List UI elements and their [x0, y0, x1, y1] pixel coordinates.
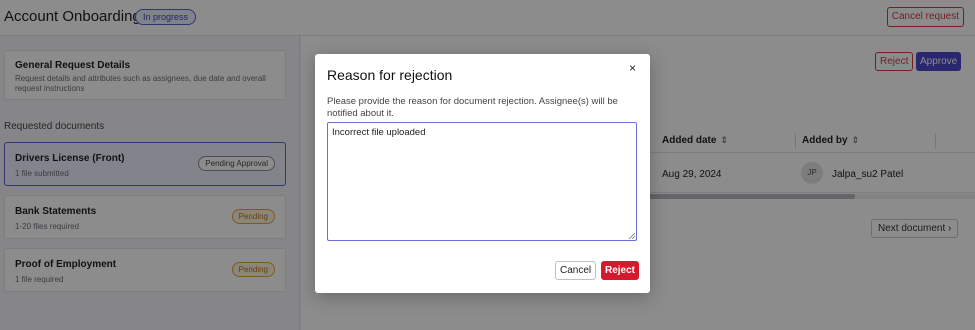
rejection-dialog: Reason for rejection × Please provide th… — [315, 54, 650, 293]
dialog-title: Reason for rejection — [327, 67, 453, 83]
confirm-reject-button[interactable]: Reject — [601, 261, 640, 280]
resize-handle-icon[interactable] — [628, 232, 635, 239]
dialog-description: Please provide the reason for document r… — [327, 96, 618, 119]
cancel-button[interactable]: Cancel — [555, 261, 597, 280]
rejection-reason-input[interactable]: Incorrect file uploaded — [327, 122, 637, 241]
close-icon[interactable]: × — [629, 61, 636, 75]
